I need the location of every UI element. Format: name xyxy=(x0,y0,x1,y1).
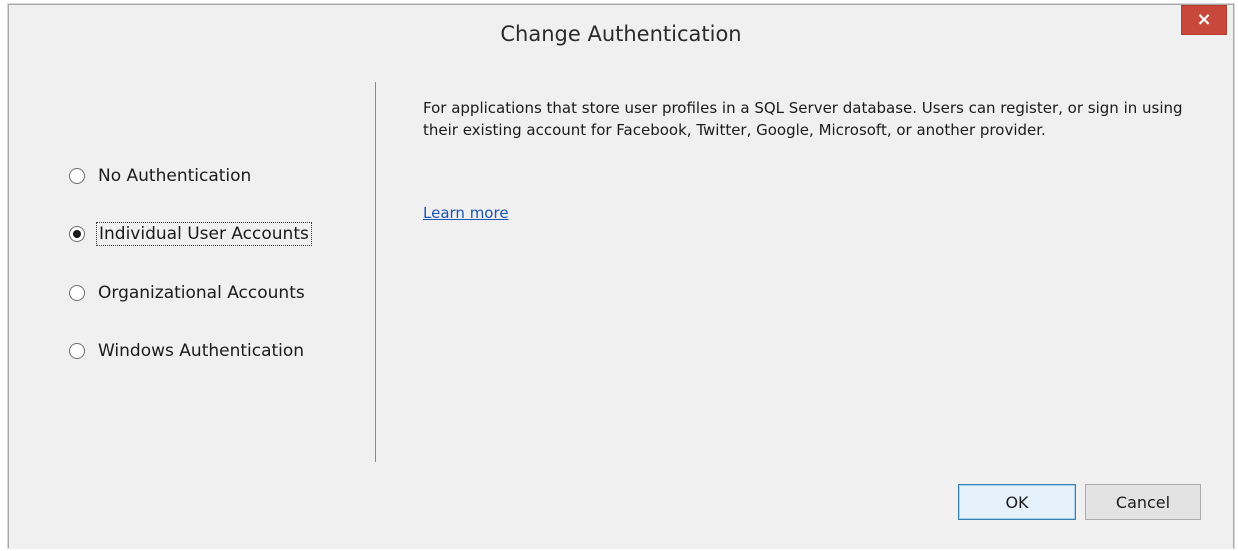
radio-button-circle[interactable] xyxy=(69,343,85,359)
radio-label-organizational-accounts: Organizational Accounts xyxy=(98,283,305,303)
change-authentication-dialog: Change Authentication × No Authenticatio… xyxy=(8,4,1234,549)
radio-selected-dot xyxy=(73,230,81,238)
radio-windows-authentication[interactable]: Windows Authentication xyxy=(69,336,306,366)
close-icon: × xyxy=(1196,9,1212,30)
dialog-title: Change Authentication xyxy=(500,22,742,46)
radio-button-circle[interactable] xyxy=(69,168,85,184)
radio-organizational-accounts[interactable]: Organizational Accounts xyxy=(69,278,307,308)
authentication-description: For applications that store user profile… xyxy=(423,99,1183,139)
radio-no-authentication[interactable]: No Authentication xyxy=(69,161,253,191)
vertical-divider xyxy=(375,82,376,462)
ok-button[interactable]: OK xyxy=(958,484,1076,520)
radio-label-no-authentication: No Authentication xyxy=(98,166,252,186)
radio-individual-user-accounts[interactable]: Individual User Accounts xyxy=(69,219,312,249)
cancel-button[interactable]: Cancel xyxy=(1085,484,1201,520)
radio-label-windows-authentication: Windows Authentication xyxy=(98,341,305,361)
dialog-content: No Authentication Individual User Accoun… xyxy=(9,65,1233,549)
close-button[interactable]: × xyxy=(1181,5,1227,35)
learn-more-link[interactable]: Learn more xyxy=(423,204,509,222)
radio-button-circle[interactable] xyxy=(69,226,85,242)
dialog-titlebar: Change Authentication × xyxy=(9,5,1233,65)
radio-button-circle[interactable] xyxy=(69,285,85,301)
radio-label-individual-user-accounts: Individual User Accounts xyxy=(96,222,312,246)
